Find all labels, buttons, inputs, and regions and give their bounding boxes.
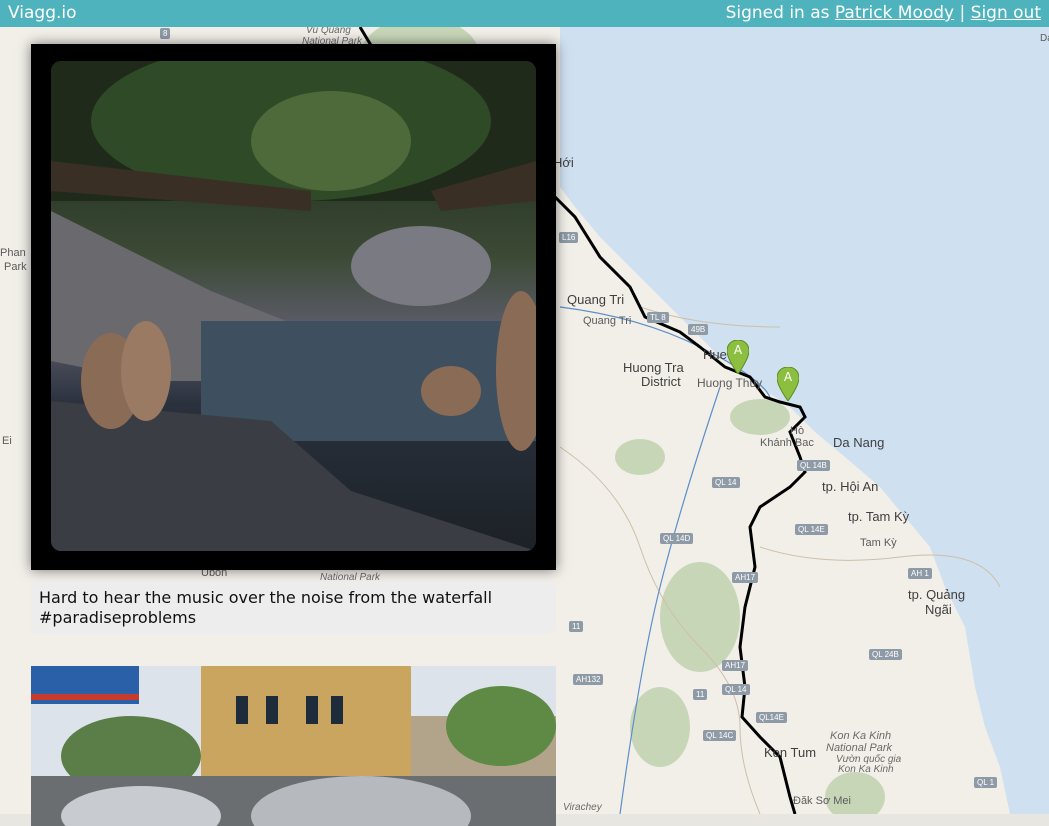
road-shield: QL14E bbox=[756, 712, 787, 723]
map-label-quang-tri-2: Quang Tri bbox=[583, 315, 632, 327]
park-area bbox=[630, 687, 690, 767]
road-shield: QL 14D bbox=[660, 533, 694, 544]
map-label-huong-tra: Huong Tra bbox=[623, 360, 684, 375]
map-label-vu-quang: Vu Quang bbox=[306, 27, 351, 36]
map-label-hue: Hue bbox=[703, 347, 727, 362]
map-label-tam-ky-2: Tam Kỳ bbox=[860, 537, 897, 549]
road-shield: AH 1 bbox=[908, 568, 932, 579]
road-shield: QL 14 bbox=[712, 477, 740, 488]
map-label-dak-so-mei: Đăk Sơ Mei bbox=[793, 795, 851, 807]
trip-marker[interactable]: A bbox=[727, 340, 749, 374]
park-area bbox=[730, 399, 790, 435]
map-label-quang-tri: Quang Tri bbox=[567, 292, 625, 307]
trip-marker[interactable]: A bbox=[777, 367, 799, 401]
map-label-virachey: Virachey bbox=[563, 802, 602, 813]
photo-illustration bbox=[31, 666, 556, 826]
brand-logo[interactable]: Viagg.io bbox=[8, 0, 77, 27]
park-area bbox=[660, 562, 740, 672]
road-shield: TL 8 bbox=[647, 312, 669, 323]
map-label-tam-ky: tp. Tam Kỳ bbox=[848, 509, 910, 524]
marker-label: A bbox=[783, 370, 793, 384]
user-profile-link[interactable]: Patrick Moody bbox=[835, 3, 954, 23]
road-shield: QL 14 bbox=[722, 684, 750, 695]
map-label-kon-ka-kinh-2: Kon Ka Kinh bbox=[838, 764, 894, 775]
map-label-kon-tum: Kon Tum bbox=[764, 745, 817, 760]
road-shield: QL 24B bbox=[869, 649, 902, 660]
road-shield: AH17 bbox=[732, 572, 759, 583]
marker-label: A bbox=[733, 343, 743, 357]
road-shield: QL 14C bbox=[703, 730, 737, 741]
road-shield: 49B bbox=[688, 324, 709, 335]
map-label-park: Park bbox=[4, 261, 27, 273]
separator: | bbox=[959, 3, 966, 23]
road-shield: QL 14E bbox=[795, 524, 828, 535]
road-shield: AH17 bbox=[722, 660, 749, 671]
map-label-hoi: Hới bbox=[553, 155, 574, 170]
sign-out-link[interactable]: Sign out bbox=[971, 3, 1041, 23]
map-label-quang-ngai-2: Ngãi bbox=[925, 602, 952, 617]
post-caption: Hard to hear the music over the noise fr… bbox=[31, 582, 556, 634]
top-navigation-bar: Viagg.io Signed in as Patrick Moody | Si… bbox=[0, 0, 1049, 27]
park-area bbox=[615, 439, 665, 475]
photo-feed: Hard to hear the music over the noise fr… bbox=[31, 44, 556, 634]
map-label-phan: Phan bbox=[0, 247, 26, 259]
map-label-hoi-an: tp. Hội An bbox=[822, 479, 879, 494]
park-area bbox=[825, 772, 885, 814]
map-label-national-park: National Park bbox=[826, 742, 893, 754]
sea-area bbox=[560, 27, 1049, 814]
road-shield: QL 14B bbox=[797, 460, 830, 471]
road-shield: 11 bbox=[569, 621, 584, 632]
photo-illustration bbox=[51, 61, 536, 551]
signed-in-label: Signed in as bbox=[725, 3, 830, 23]
road-shield: 11 bbox=[693, 689, 708, 700]
post-photo[interactable] bbox=[51, 61, 536, 551]
user-area: Signed in as Patrick Moody | Sign out bbox=[726, 0, 1041, 27]
post-photo[interactable] bbox=[31, 666, 556, 826]
road-shield: L16 bbox=[559, 232, 579, 243]
map-label-da: Da bbox=[1040, 33, 1049, 44]
map-label-ei: Ei bbox=[2, 435, 12, 447]
road-shield: QL 1 bbox=[974, 777, 998, 788]
map-label-ho: Hò bbox=[790, 425, 805, 437]
map-label-huong-thuy: Huong Thuy bbox=[697, 376, 763, 390]
photo-card[interactable] bbox=[31, 44, 556, 570]
map-label-district: District bbox=[641, 374, 681, 389]
map-label-quang-ngai: tp. Quảng bbox=[908, 587, 966, 602]
road-shield: AH132 bbox=[573, 674, 604, 685]
map-label-da-nang: Da Nang bbox=[833, 435, 885, 450]
road-shield: 8 bbox=[160, 28, 171, 39]
map-label-kon-ka-kinh: Kon Ka Kinh bbox=[830, 730, 892, 742]
map-label-khanh-bac: Khánh Bac bbox=[760, 437, 814, 449]
